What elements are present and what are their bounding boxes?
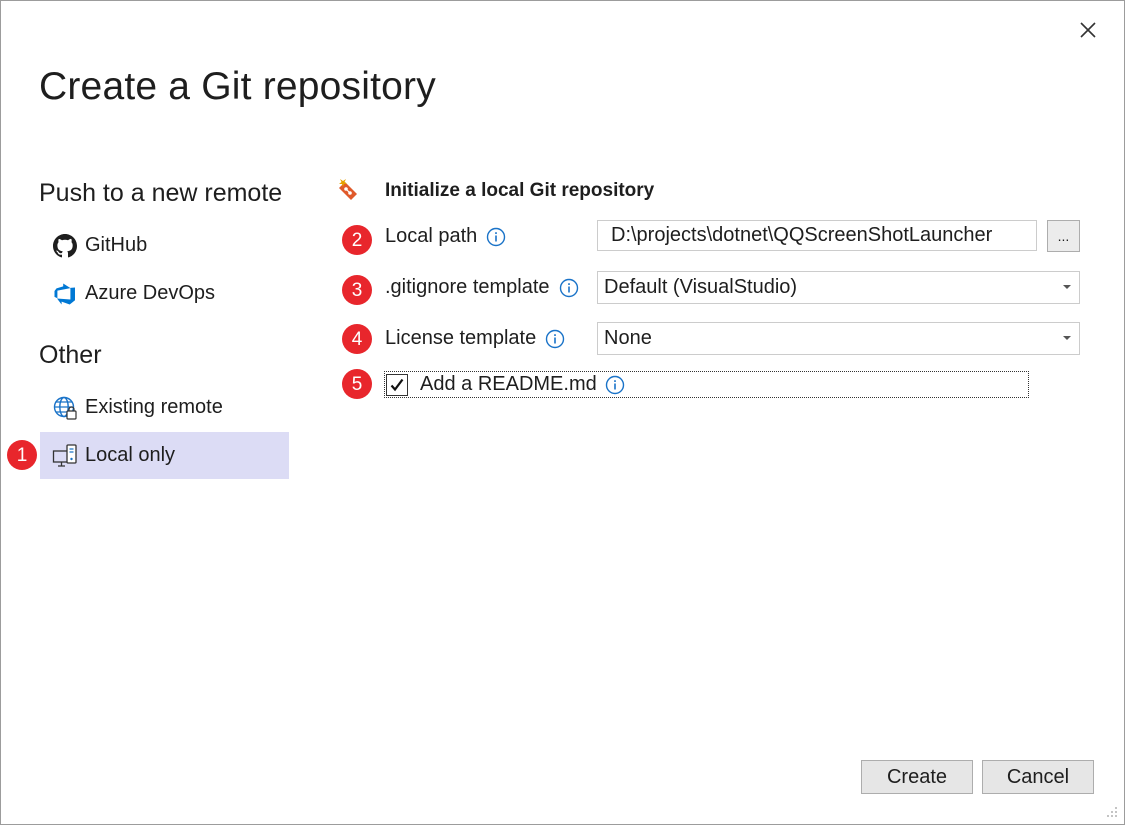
step-badge: 3: [342, 275, 372, 305]
close-button[interactable]: [1073, 15, 1103, 45]
step-badge: 5: [342, 369, 372, 399]
github-icon: [52, 233, 78, 259]
add-readme-label: Add a README.md: [420, 373, 597, 395]
resize-grip-icon[interactable]: [1104, 804, 1118, 818]
browse-button[interactable]: ...: [1047, 220, 1080, 252]
local-computer-icon: [52, 443, 78, 469]
chevron-down-icon: [1063, 285, 1071, 289]
license-template-label-text: License template: [385, 327, 537, 349]
info-icon[interactable]: [559, 278, 579, 298]
push-to-remote-heading: Push to a new remote: [39, 179, 283, 207]
local-path-label: Local path: [385, 225, 506, 248]
gitignore-template-value: Default (VisualStudio): [604, 276, 798, 298]
sidebar-item-label: Local only: [85, 444, 176, 466]
sidebar-item-local-only[interactable]: Local only: [40, 432, 289, 479]
add-readme-checkbox-row[interactable]: Add a README.md: [384, 371, 1029, 398]
sidebar-item-github[interactable]: GitHub: [40, 222, 289, 269]
info-icon[interactable]: [605, 375, 625, 395]
sidebar-item-label: Existing remote: [85, 396, 223, 418]
local-path-input[interactable]: [597, 220, 1037, 251]
create-git-repository-dialog: Create a Git repository Push to a new re…: [0, 0, 1125, 825]
add-readme-checkbox[interactable]: [386, 373, 408, 396]
checkmark-icon: [390, 378, 404, 391]
create-button[interactable]: Create: [861, 760, 973, 794]
chevron-down-icon: [1063, 336, 1071, 340]
sidebar-item-label: Azure DevOps: [85, 282, 216, 304]
info-icon[interactable]: [545, 329, 565, 349]
sidebar-item-label: GitHub: [85, 234, 148, 256]
dialog-title: Create a Git repository: [39, 65, 436, 108]
step-badge: 4: [342, 324, 372, 354]
sidebar-item-azure-devops[interactable]: Azure DevOps: [40, 270, 289, 317]
sidebar-item-existing-remote[interactable]: Existing remote: [40, 384, 289, 431]
globe-icon: [52, 395, 78, 421]
license-template-value: None: [604, 327, 652, 349]
other-heading: Other: [39, 341, 102, 369]
license-template-select[interactable]: None: [597, 322, 1080, 355]
close-icon: [1080, 22, 1096, 38]
gitignore-template-select[interactable]: Default (VisualStudio): [597, 271, 1080, 304]
section-title: Initialize a local Git repository: [385, 180, 655, 201]
cancel-button[interactable]: Cancel: [982, 760, 1094, 794]
step-badge: 1: [7, 440, 37, 470]
info-icon[interactable]: [486, 227, 506, 247]
license-template-label: License template: [385, 327, 565, 350]
gitignore-template-label: .gitignore template: [385, 276, 579, 299]
gitignore-template-label-text: .gitignore template: [385, 276, 550, 298]
git-repository-icon: [339, 179, 357, 200]
azure-devops-icon: [52, 281, 78, 307]
step-badge: 2: [342, 225, 372, 255]
local-path-label-text: Local path: [385, 225, 478, 247]
